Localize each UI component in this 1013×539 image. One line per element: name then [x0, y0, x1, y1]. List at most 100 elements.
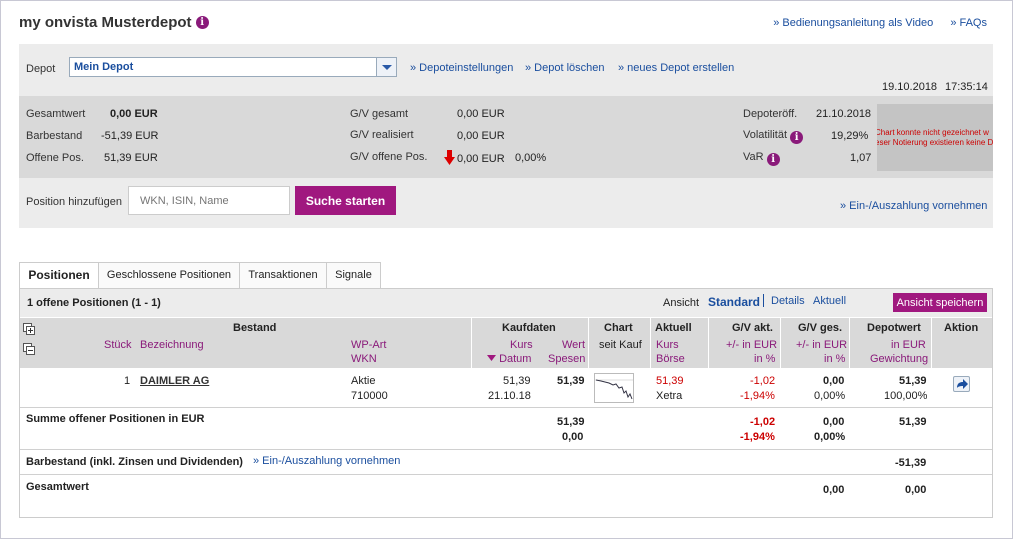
header-seit-kauf: seit Kauf: [599, 339, 642, 351]
row-gv-akt-pct: -1,94%: [740, 390, 775, 402]
col-divider: [650, 318, 651, 368]
total-depotwert: 0,00: [905, 484, 927, 496]
view-standard[interactable]: Standard: [708, 295, 760, 309]
header-gewichtung[interactable]: Gewichtung: [870, 353, 928, 365]
header-bestand: Bestand: [233, 322, 277, 334]
header-akt-kurs[interactable]: Kurs: [656, 339, 679, 351]
row-boerse: Xetra: [656, 390, 683, 402]
sum-wert: 51,39: [557, 416, 585, 428]
video-tutorial-link[interactable]: » Bedienungsanleitung als Video: [773, 17, 933, 29]
position-search-input[interactable]: [129, 187, 289, 214]
header-kaufdaten: Kaufdaten: [502, 322, 556, 334]
col-divider: [931, 318, 932, 368]
tab-positionen[interactable]: Positionen: [19, 262, 99, 289]
gesamtwert-value: 0,00 EUR: [110, 108, 158, 120]
tab-transaktionen[interactable]: Transaktionen: [239, 262, 327, 288]
offene-pos-value: 51,39 EUR: [104, 152, 158, 164]
col-divider: [471, 318, 472, 368]
faq-link[interactable]: » FAQs: [950, 17, 987, 29]
header-spesen[interactable]: Spesen: [548, 353, 585, 365]
sum-depotwert: 51,39: [899, 416, 927, 428]
col-divider: [708, 318, 709, 368]
gesamtwert-label: Gesamtwert: [26, 108, 86, 120]
info-icon[interactable]: i: [790, 131, 804, 144]
depoteroeff-label: Depoteröff.: [743, 108, 798, 120]
expand-all-icon[interactable]: [23, 323, 36, 336]
chart-error-line-2: eser Notierung existieren keine D: [877, 138, 993, 147]
row-akt-kurs: 51,39: [656, 375, 684, 387]
page-title: my onvista Musterdepot i: [19, 14, 209, 31]
depot-delete-link[interactable]: » Depot löschen: [525, 62, 605, 74]
payment-link[interactable]: » Ein-/Auszahlung vornehmen: [840, 200, 987, 212]
gv-realisiert-label: G/V realisiert: [350, 129, 414, 141]
row-depotwert: 51,39: [899, 375, 927, 387]
row-gv-ges-pct: 0,00%: [814, 390, 846, 402]
row-action-button[interactable]: [953, 376, 970, 392]
header-bezeichnung[interactable]: Bezeichnung: [140, 339, 204, 351]
header-boerse[interactable]: Börse: [656, 353, 685, 365]
depot-select[interactable]: Mein Depot: [69, 57, 397, 77]
row-sparkline-chart[interactable]: [594, 373, 634, 403]
save-view-button[interactable]: Ansicht speichern: [893, 293, 987, 312]
chevron-down-icon[interactable]: [376, 58, 396, 76]
gv-realisiert-value: 0,00 EUR: [457, 130, 505, 142]
info-icon[interactable]: i: [766, 153, 780, 166]
header-wert[interactable]: Wert: [562, 339, 585, 351]
total-label: Gesamtwert: [26, 481, 89, 493]
header-aktuell: Aktuell: [655, 322, 692, 334]
header-stueck[interactable]: Stück: [104, 339, 132, 351]
row-stueck: 1: [124, 375, 131, 387]
row-name-link[interactable]: DAIMLER AG: [140, 375, 209, 387]
search-button[interactable]: Suche starten: [295, 186, 396, 215]
row-datum: 21.10.18: [488, 390, 531, 402]
header-gv-akt-eur[interactable]: +/- in EUR: [726, 339, 777, 351]
position-search-field[interactable]: [128, 186, 290, 215]
gv-offene-label: G/V offene Pos.: [350, 151, 428, 163]
header-dw-eur[interactable]: in EUR: [891, 339, 926, 351]
row-wkn: 710000: [351, 390, 388, 402]
barbestand-value: -51,39 EUR: [101, 130, 159, 142]
add-position-label: Position hinzufügen: [26, 196, 123, 208]
row-divider: [20, 449, 992, 450]
depot-settings-link[interactable]: » Depoteinstellungen: [410, 62, 513, 74]
header-chart: Chart: [604, 322, 633, 334]
depot-new-link[interactable]: » neues Depot erstellen: [618, 62, 734, 74]
header-datum[interactable]: Datum: [487, 353, 531, 365]
row-gv-akt-eur: -1,02: [750, 375, 776, 387]
header-kurs[interactable]: Kurs: [510, 339, 533, 351]
sum-gv-akt-pct: -1,94%: [740, 431, 775, 443]
volatilitaet-label: Volatilität i: [743, 129, 804, 144]
gv-gesamt-label: G/V gesamt: [350, 108, 409, 120]
row-divider: [20, 407, 992, 408]
var-label-text: VaR: [743, 151, 764, 163]
arrow-down-icon: [444, 150, 455, 165]
positions-count: 1 offene Positionen (1 - 1): [27, 297, 161, 309]
sum-label: Summe offener Positionen in EUR: [26, 413, 205, 425]
volatilitaet-label-text: Volatilität: [743, 129, 788, 141]
gv-offene-pct: 0,00%: [515, 152, 547, 164]
sum-gv-ges-eur: 0,00: [823, 416, 845, 428]
bar-label: Barbestand (inkl. Zinsen und Dividenden): [26, 456, 243, 468]
header-gv-ges-pct[interactable]: in %: [824, 353, 845, 365]
collapse-all-icon[interactable]: [23, 343, 36, 356]
header-gv-akt: G/V akt.: [732, 322, 773, 334]
depoteroeff-value: 21.10.2018: [816, 108, 872, 120]
view-aktuell[interactable]: Aktuell: [813, 295, 846, 307]
col-divider: [780, 318, 781, 368]
tab-signale[interactable]: Signale: [326, 262, 381, 288]
sum-spesen: 0,00: [562, 431, 584, 443]
view-details[interactable]: Details: [771, 295, 805, 307]
header-wkn[interactable]: WKN: [351, 353, 377, 365]
row-divider: [20, 474, 992, 475]
bar-payment-link[interactable]: » Ein-/Auszahlung vornehmen: [253, 455, 400, 467]
header-aktion: Aktion: [944, 322, 979, 334]
header-gv-ges-eur[interactable]: +/- in EUR: [796, 339, 847, 351]
info-icon[interactable]: i: [195, 16, 209, 29]
header-wpart[interactable]: WP-Art: [351, 339, 386, 351]
tab-geschlossene[interactable]: Geschlossene Positionen: [98, 262, 240, 288]
offene-pos-label: Offene Pos.: [26, 152, 84, 164]
positions-count-row: [20, 289, 992, 317]
sum-gv-akt-eur: -1,02: [750, 416, 776, 428]
gv-gesamt-value: 0,00 EUR: [457, 108, 505, 120]
header-gv-akt-pct[interactable]: in %: [754, 353, 775, 365]
